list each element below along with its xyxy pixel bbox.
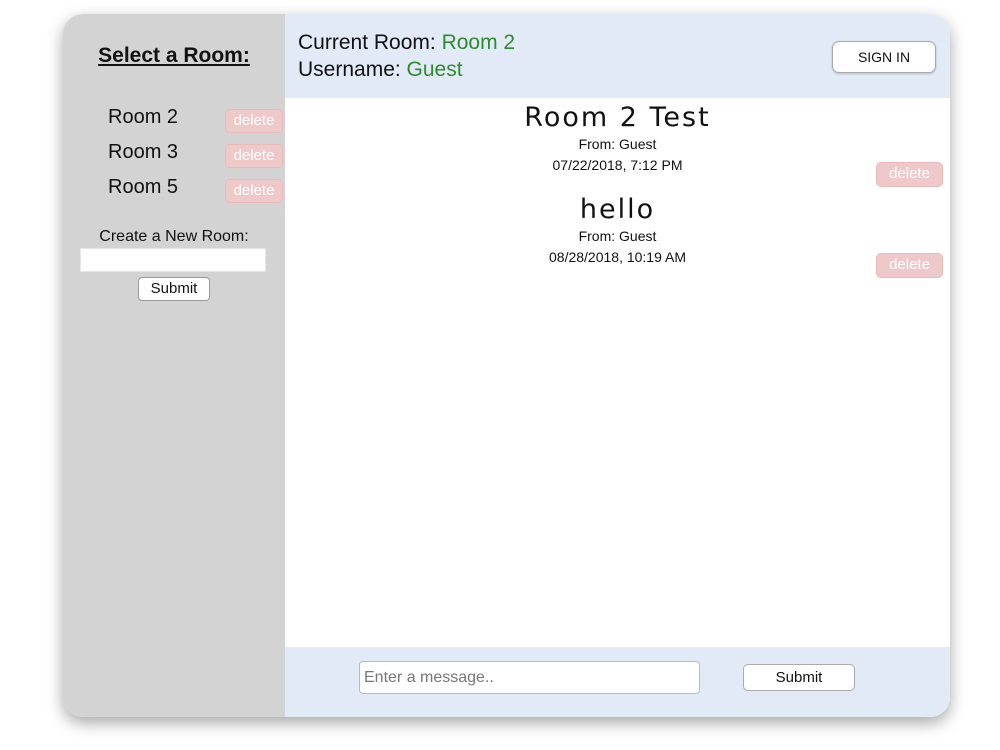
room-item[interactable]: Room 3 delete [63,141,285,176]
username-label: Username [298,58,395,81]
message-sender: From: Guest [578,136,657,152]
delete-message-button[interactable]: delete [876,253,943,278]
room-name[interactable]: Room 2 [108,106,178,129]
room-sidebar: Select a Room: Room 2 delete Room 3 dele… [63,14,285,717]
message-input[interactable] [359,661,700,694]
message-item: Room 2 Test From: Guest 07/22/2018, 7:12… [285,102,950,187]
delete-room-button[interactable]: delete [225,109,283,133]
chat-main: Current Room: Room 2 Username: Guest SIG… [285,14,950,717]
message-composer: Submit [285,647,950,717]
message-list: Room 2 Test From: Guest 07/22/2018, 7:12… [285,98,950,647]
current-room-line: Current Room: Room 2 [298,31,516,54]
delete-message-button[interactable]: delete [876,162,943,187]
sidebar-title: Select a Room: [98,44,250,67]
create-room-submit-button[interactable]: Submit [138,277,210,301]
current-room-label: Current Room [298,31,430,54]
message-item: hello From: Guest 08/28/2018, 10:19 AM d… [285,194,950,278]
message-text: hello [579,194,656,225]
message-sender: From: Guest [578,228,657,244]
chat-app-window: Select a Room: Room 2 delete Room 3 dele… [63,14,950,717]
username-value: Guest [406,58,463,81]
delete-room-button[interactable]: delete [225,179,283,203]
create-room-label: Create a New Room: [99,228,249,245]
room-item[interactable]: Room 2 delete [63,106,285,141]
username-line: Username: Guest [298,58,463,81]
sign-in-button[interactable]: SIGN IN [832,41,936,73]
delete-room-button[interactable]: delete [225,144,283,168]
room-name[interactable]: Room 5 [108,176,178,199]
message-timestamp: 08/28/2018, 10:19 AM [549,249,686,265]
new-room-input[interactable] [80,248,266,272]
chat-header: Current Room: Room 2 Username: Guest SIG… [285,14,950,98]
message-timestamp: 07/22/2018, 7:12 PM [552,157,683,173]
room-item[interactable]: Room 5 delete [63,176,285,211]
message-text: Room 2 Test [524,102,711,133]
room-name[interactable]: Room 3 [108,141,178,164]
room-list: Room 2 delete Room 3 delete Room 5 delet… [63,106,285,211]
current-room-value: Room 2 [441,31,516,54]
send-message-button[interactable]: Submit [743,664,855,691]
